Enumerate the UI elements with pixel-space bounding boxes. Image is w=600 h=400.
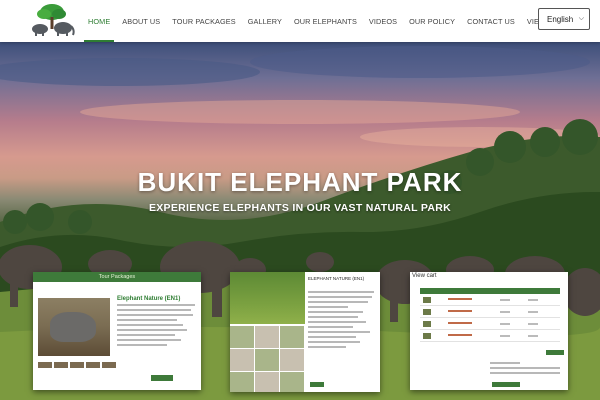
language-select-value: English (547, 14, 574, 24)
nav-videos[interactable]: VIDEOS (363, 0, 403, 42)
package-description (117, 304, 197, 349)
cart-row (420, 330, 560, 342)
gallery-main-photo (230, 272, 305, 324)
nav-our-policy[interactable]: OUR POLICY (403, 0, 461, 42)
checkout-button[interactable] (492, 382, 520, 387)
gallery-column (230, 272, 305, 392)
cart-table (420, 288, 560, 342)
language-select[interactable]: English ⌵ (538, 8, 590, 30)
cart-row (420, 318, 560, 330)
package-detail-title: ELEPHANT NATURE (EN1) (308, 276, 365, 281)
main-nav: HOME ABOUT US TOUR PACKAGES GALLERY OUR … (82, 0, 574, 42)
chevron-down-icon: ⌵ (578, 15, 584, 22)
nav-our-elephants[interactable]: OUR ELEPHANTS (288, 0, 363, 42)
book-button[interactable] (151, 375, 173, 381)
cart-totals (490, 362, 560, 377)
package-detail-text: ELEPHANT NATURE (EN1) (308, 276, 378, 351)
nav-gallery[interactable]: GALLERY (242, 0, 288, 42)
elephant-mud-photo (38, 298, 110, 356)
gallery-grid (230, 326, 305, 392)
add-to-cart-button[interactable] (310, 382, 324, 387)
tour-packages-preview-header: Tour Packages (33, 272, 201, 282)
package-detail-preview[interactable]: ELEPHANT NATURE (EN1) (230, 272, 380, 392)
elephant-tree-logo[interactable] (28, 3, 76, 37)
site-header: HOME ABOUT US TOUR PACKAGES GALLERY OUR … (0, 0, 600, 42)
cart-row (420, 306, 560, 318)
cart-preview[interactable]: View cart (410, 272, 568, 390)
nav-tour-packages[interactable]: TOUR PACKAGES (166, 0, 241, 42)
hero-title: BUKIT ELEPHANT PARK (137, 167, 463, 197)
cart-row (420, 294, 560, 306)
cart-preview-title: View cart (412, 273, 437, 279)
tour-packages-preview[interactable]: Tour Packages Elephant Nature (EN1) (33, 272, 201, 390)
nav-contact-us[interactable]: CONTACT US (461, 0, 521, 42)
update-cart-button[interactable] (546, 350, 564, 355)
nav-home[interactable]: HOME (82, 0, 116, 42)
package-title: Elephant Nature (EN1) (117, 296, 181, 302)
nav-about-us[interactable]: ABOUT US (116, 0, 166, 42)
elephant-figure (50, 312, 96, 342)
hero-subtitle: EXPERIENCE ELEPHANTS IN OUR VAST NATURAL… (148, 202, 452, 214)
package-thumbnails (38, 362, 116, 368)
